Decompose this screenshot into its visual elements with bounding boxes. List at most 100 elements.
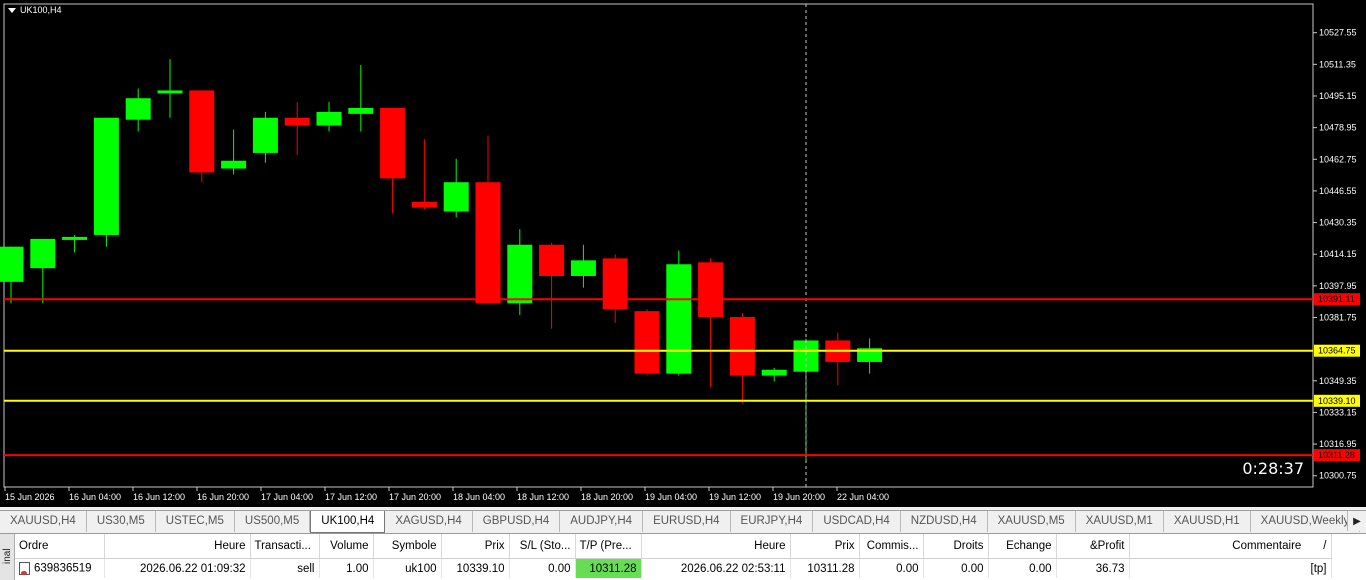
price-axis-label: 10414.15 <box>1319 249 1357 259</box>
price-axis-label: 10446.55 <box>1319 186 1357 196</box>
candle-body <box>380 107 406 179</box>
price-chart[interactable]: 10527.55 10511.35 10495.15 10478.95 10462.75… <box>0 0 1366 507</box>
candle-body <box>666 264 692 374</box>
sort-indicator-icon: / <box>1323 540 1327 552</box>
cell-heure2: 2026.06.22 02:53:11 <box>641 558 791 578</box>
candle-body <box>316 111 342 126</box>
time-axis-label: 19 Jun 12:00 <box>709 492 761 502</box>
candle-body <box>793 340 819 372</box>
price-axis-label: 10349.35 <box>1319 376 1357 386</box>
candle-body <box>539 244 565 276</box>
price-axis-label: 10495.15 <box>1319 91 1357 101</box>
chart-tab[interactable]: XAUUSD,M5 <box>988 511 1076 532</box>
chart-tab[interactable]: US30,M5 <box>87 511 156 532</box>
chart-tab[interactable]: EURJPY,H4 <box>731 511 814 532</box>
price-axis-label: 10511.35 <box>1319 59 1356 69</box>
time-axis-label: 19 Jun 20:00 <box>773 492 825 502</box>
chart-tab[interactable]: XAUUSD,M1 <box>1076 511 1164 532</box>
chart-tab[interactable]: GBPUSD,H4 <box>473 511 561 532</box>
cell-prix: 10339.10 <box>441 558 510 578</box>
chart-tab[interactable]: XAGUSD,H4 <box>385 511 473 532</box>
time-axis-label: 17 Jun 12:00 <box>325 492 377 502</box>
table-header-row: Ordre Heure Transacti... Volume Symbole Prix S… <box>15 534 1332 559</box>
cell-ordre: 639836519 <box>15 558 105 578</box>
chart-tab[interactable]: EURUSD,H4 <box>643 511 731 532</box>
column-header[interactable]: Heure <box>104 534 251 559</box>
time-axis-label: 19 Jun 04:00 <box>645 492 697 502</box>
cell-commentaire: [tp] <box>1129 558 1332 578</box>
candle-body <box>157 90 183 94</box>
cell-commission: 0.00 <box>859 558 924 578</box>
chart-tab[interactable]: USTEC,M5 <box>156 511 235 532</box>
time-axis-label: 17 Jun 04:00 <box>261 492 313 502</box>
candle-body <box>729 317 755 376</box>
chart-tab[interactable]: AUDJPY,H4 <box>560 511 644 532</box>
level-price-tag-text: 10311.28 <box>1318 450 1355 460</box>
terminal-side-label: inal <box>0 534 15 580</box>
candle-body <box>443 182 469 212</box>
column-header[interactable]: T/P (Pre... <box>575 534 642 559</box>
chart-tab[interactable]: USDCAD,H4 <box>813 511 901 532</box>
price-axis-label: 10478.95 <box>1319 123 1357 133</box>
candle-body <box>284 117 310 126</box>
chart-canvas[interactable]: 10527.55 10511.35 10495.15 10478.95 10462.75… <box>0 0 1366 507</box>
column-header[interactable]: S/L (Sto... <box>509 534 576 559</box>
chart-tab[interactable]: US500,M5 <box>235 511 311 532</box>
column-header[interactable]: Transacti... <box>250 534 320 559</box>
price-axis-label: 10527.55 <box>1319 28 1357 38</box>
level-price-tag-text: 10339.10 <box>1318 396 1356 406</box>
column-header[interactable]: Echange <box>988 534 1057 559</box>
time-axis-label: 15 Jun 2026 <box>5 492 55 502</box>
chart-tab[interactable]: XAUUSD,H4 <box>0 511 87 532</box>
price-axis-label: 10333.15 <box>1319 407 1357 417</box>
cell-type: sell <box>250 558 320 578</box>
order-document-icon <box>19 562 30 575</box>
price-axis-label: 10430.35 <box>1319 218 1357 228</box>
column-header[interactable]: Commentaire / <box>1129 534 1332 559</box>
cell-sl: 0.00 <box>509 558 576 578</box>
column-header[interactable]: Droits <box>923 534 989 559</box>
cell-volume: 1.00 <box>319 558 374 578</box>
column-header[interactable]: &Profit <box>1056 534 1130 559</box>
tab-scroll-right-icon[interactable]: ▶ <box>1347 511 1366 531</box>
candle-body <box>698 262 724 318</box>
candle-body <box>634 311 660 374</box>
time-axis-label: 16 Jun 04:00 <box>69 492 121 502</box>
candle-body <box>62 236 88 240</box>
candle-body <box>348 107 374 114</box>
column-header[interactable]: Commis... <box>859 534 924 559</box>
chart-tab[interactable]: NZDUSD,H4 <box>901 511 988 532</box>
column-header[interactable]: Prix <box>441 534 510 559</box>
chart-tab[interactable]: XAUUSD,Weekly <box>1251 511 1361 532</box>
dropdown-triangle-icon[interactable] <box>8 7 16 13</box>
column-header[interactable]: Prix <box>790 534 860 559</box>
column-header[interactable]: Heure <box>641 534 791 559</box>
candle-body <box>252 117 278 153</box>
column-header[interactable]: Volume <box>319 534 374 559</box>
price-axis-label: 10381.75 <box>1319 312 1357 322</box>
chart-tab[interactable]: XAUUSD,H1 <box>1164 511 1251 532</box>
candle-body <box>475 182 501 304</box>
chart-symbol-label[interactable]: UK100,H4 <box>8 5 62 15</box>
candle-body <box>602 258 628 310</box>
candle-body <box>125 98 151 120</box>
chart-tab[interactable]: UK100,H4 <box>310 511 386 533</box>
time-axis-label: 18 Jun 20:00 <box>581 492 633 502</box>
cell-droits: 0.00 <box>923 558 989 578</box>
candle-body <box>221 160 247 169</box>
price-axis-label: 10397.95 <box>1319 281 1357 291</box>
cell-echange: 0.00 <box>988 558 1057 578</box>
table-row[interactable]: 639836519 2026.06.22 01:09:32 sell 1.00 uk10… <box>15 558 1332 578</box>
column-header[interactable]: Symbole <box>373 534 442 559</box>
column-header[interactable]: Ordre <box>15 534 105 559</box>
time-axis-label: 18 Jun 04:00 <box>453 492 505 502</box>
time-axis-label: 18 Jun 12:00 <box>517 492 569 502</box>
candle-body <box>189 90 215 173</box>
chart-symbol-text: UK100,H4 <box>20 5 62 15</box>
time-axis-label: 16 Jun 20:00 <box>197 492 249 502</box>
cell-tp: 10311.28 <box>575 558 642 578</box>
candle-body <box>570 260 596 276</box>
candle-body <box>0 246 24 282</box>
level-price-tag-text: 10391.11 <box>1318 294 1355 304</box>
cell-profit: 36.73 <box>1056 558 1130 578</box>
